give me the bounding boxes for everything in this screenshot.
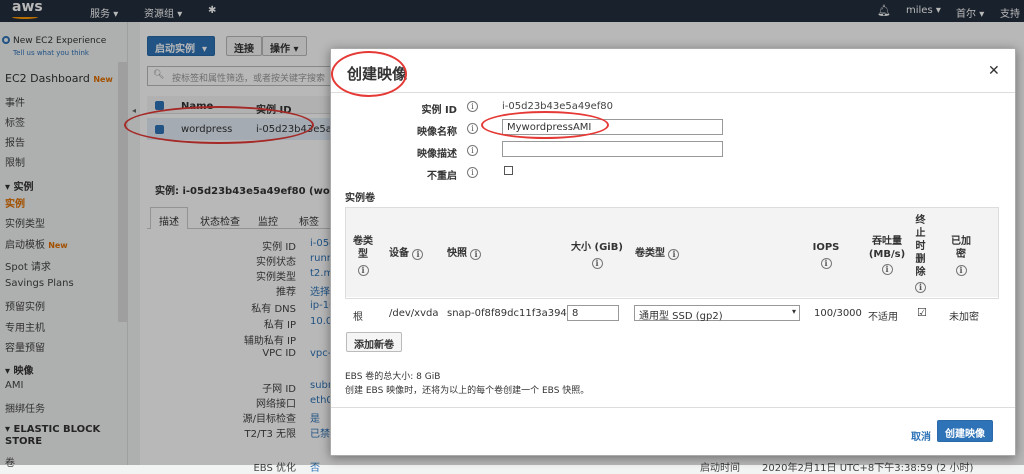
col-delete-on-termination: 终止时删除 i — [915, 215, 926, 293]
info-icon: i — [357, 265, 369, 276]
add-volume-button[interactable]: 添加新卷 — [346, 332, 402, 352]
cell-encrypted: 未加密 — [949, 312, 979, 323]
volumes-title: 实例卷 — [345, 193, 375, 204]
delete-on-termination-checkbox[interactable]: ☑ — [917, 306, 927, 319]
info-icon: i — [915, 282, 926, 293]
col-volume-kind: 卷类型 i — [635, 247, 705, 260]
col-encrypted: 已加密 i — [951, 236, 971, 276]
col-throughput: 吞吐量 (MB/s) i — [868, 236, 906, 275]
info-icon: i — [955, 265, 967, 276]
annotation-circle-title — [331, 51, 407, 97]
info-icon[interactable]: i — [467, 145, 478, 156]
dialog-header — [331, 49, 1015, 93]
col-volume-type: 卷类型 i — [353, 236, 373, 276]
no-reboot-label: 不重启 — [427, 171, 457, 182]
instance-id-label: 实例 ID — [421, 105, 457, 116]
info-icon: i — [881, 264, 893, 275]
snapshot-note: 创建 EBS 映像时，还将为以上的每个卷创建一个 EBS 快照。 — [345, 386, 590, 396]
footer-divider — [331, 407, 1015, 408]
create-image-button[interactable]: 创建映像 — [937, 420, 993, 442]
chevron-down-icon: ▾ — [791, 307, 796, 316]
info-icon[interactable]: i — [467, 123, 478, 134]
cell-snapshot: snap-0f8f89dc11f3a3945 — [447, 308, 574, 319]
col-iops: IOPS i — [812, 242, 840, 269]
info-icon: i — [668, 249, 680, 260]
image-name-label: 映像名称 — [417, 127, 457, 138]
annotation-circle-image-name — [481, 111, 609, 139]
info-icon: i — [591, 258, 603, 269]
size-input[interactable] — [567, 305, 619, 321]
cancel-link[interactable]: 取消 — [911, 428, 931, 443]
info-icon: i — [412, 249, 424, 260]
volume-type-select[interactable]: 通用型 SSD (gp2) ▾ — [634, 305, 800, 322]
col-device: 设备 i — [389, 247, 439, 260]
col-snapshot: 快照 i — [447, 247, 507, 260]
image-desc-input[interactable] — [502, 141, 723, 157]
info-icon[interactable]: i — [467, 101, 478, 112]
info-icon: i — [820, 258, 832, 269]
info-icon[interactable]: i — [467, 167, 478, 178]
close-icon[interactable]: ✕ — [988, 63, 1000, 79]
cell-iops: 100/3000 — [814, 308, 862, 319]
info-icon: i — [470, 249, 482, 260]
total-size-text: EBS 卷的总大小: 8 GiB — [345, 372, 441, 382]
cell-throughput: 不适用 — [868, 312, 898, 323]
create-image-dialog: 创建映像 ✕ 实例 ID i i-05d23b43e5a49ef80 映像名称 … — [330, 48, 1016, 456]
cell-device: /dev/xvda — [389, 308, 439, 319]
image-desc-label: 映像描述 — [417, 149, 457, 160]
cell-volume-type: 根 — [353, 312, 363, 323]
no-reboot-checkbox[interactable] — [504, 166, 513, 175]
col-size: 大小 (GiB) i — [571, 242, 623, 269]
